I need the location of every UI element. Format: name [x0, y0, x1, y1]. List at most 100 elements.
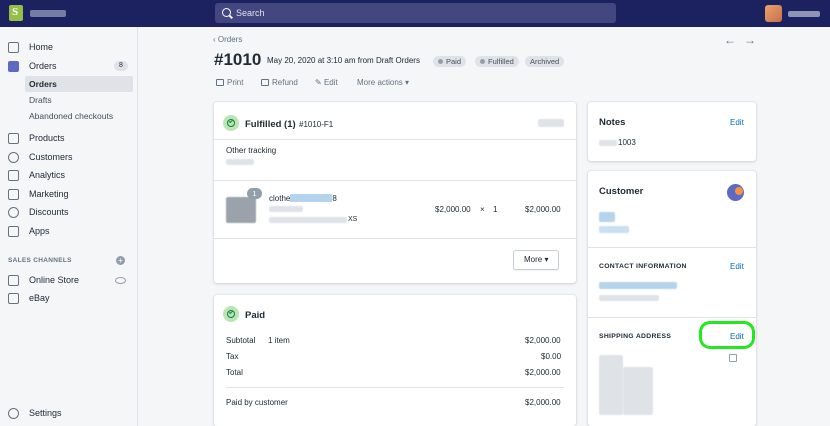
total-value: $2,000.00 [525, 368, 561, 377]
contact-edit-link[interactable]: Edit [730, 262, 744, 271]
home-icon [8, 41, 19, 53]
sidebar-item-label: Marketing [29, 189, 69, 199]
refund-button[interactable]: Refund [261, 78, 298, 87]
pencil-icon: ✎ [315, 78, 324, 87]
sidebar-item-label: Discounts [29, 207, 69, 217]
print-button[interactable]: Print [216, 78, 243, 87]
user-avatar[interactable] [765, 5, 782, 22]
edit-label: Edit [323, 78, 338, 87]
status-badge-label: Fulfilled [488, 57, 514, 66]
product-variant-redacted [269, 206, 303, 212]
breadcrumb[interactable]: ‹ Orders [213, 35, 242, 44]
sidebar-item-settings[interactable]: Settings [0, 405, 138, 421]
megaphone-icon [8, 188, 19, 200]
divider [226, 387, 564, 388]
divider [214, 180, 576, 181]
sidebar-item-label: Online Store [29, 275, 80, 285]
previous-arrow-icon[interactable]: ← [724, 33, 744, 47]
refund-label: Refund [272, 78, 298, 87]
more-actions-label: More actions [357, 78, 403, 87]
sidebar-item-orders[interactable]: Orders 8 [0, 58, 138, 74]
fulfillment-menu-redacted[interactable] [538, 119, 564, 127]
product-name-end: 8 [332, 194, 337, 203]
tracking-number-redacted[interactable] [226, 159, 254, 165]
search-placeholder: Search [236, 8, 265, 18]
bar-chart-icon [8, 169, 19, 181]
sidebar-item-products[interactable]: Products [0, 130, 138, 146]
status-badge-label: Archived [530, 57, 560, 66]
status-badge-paid: Paid [433, 56, 467, 67]
sidebar-item-marketing[interactable]: Marketing [0, 186, 138, 202]
fulfilled-check-icon [223, 115, 239, 131]
sidebar-item-customers[interactable]: Customers [0, 149, 138, 165]
sidebar-item-ebay[interactable]: eBay [0, 290, 138, 306]
sidebar-item-discounts[interactable]: Discounts [0, 204, 138, 220]
contact-info-heading: CONTACT INFORMATION [599, 263, 687, 270]
product-link[interactable]: clothe 8 [269, 194, 337, 203]
fulfilled-title: Fulfilled (1) [245, 119, 296, 130]
divider [588, 247, 756, 248]
status-badge-label: Paid [446, 57, 462, 66]
sidebar-item-apps[interactable]: Apps [0, 223, 138, 239]
total-label: Total [226, 368, 243, 377]
payment-title: Paid [245, 310, 266, 321]
orders-count-badge: 8 [114, 61, 128, 71]
refund-icon [261, 79, 269, 86]
payment-card: Paid Subtotal 1 item $2,000.00 Tax $0.00… [214, 295, 576, 426]
orders-icon [8, 60, 19, 72]
shopify-logo-icon[interactable] [9, 5, 23, 21]
top-bar: Search [0, 0, 830, 27]
edit-button[interactable]: ✎ Edit [315, 78, 338, 87]
sidebar-subitem-drafts[interactable]: Drafts [25, 92, 133, 108]
tracking-label: Other tracking [226, 146, 277, 155]
subtotal-value: $2,000.00 [525, 336, 561, 345]
copy-icon[interactable] [729, 354, 737, 362]
paid-by-label: Paid by customer [226, 398, 288, 407]
line-total: $2,000.00 [525, 205, 561, 214]
caret-down-icon: ▾ [542, 255, 549, 264]
sidebar-subitem-orders[interactable]: Orders [25, 76, 133, 92]
product-size: XS [348, 216, 358, 223]
notes-title: Notes [599, 117, 626, 128]
quantity: 1 [493, 205, 498, 214]
shipping-address-redacted [623, 367, 653, 415]
customer-orders-redacted[interactable] [599, 226, 629, 233]
contact-phone-redacted [599, 295, 659, 301]
printer-icon [216, 79, 224, 86]
user-name-redacted[interactable] [788, 11, 820, 17]
apps-grid-icon [8, 225, 19, 237]
order-pagination: ←→ [724, 33, 764, 47]
sidebar-item-label: Products [29, 133, 65, 143]
product-name-redacted [290, 194, 333, 202]
person-icon [8, 151, 19, 163]
tag-icon [8, 132, 19, 144]
bag-icon [8, 292, 19, 304]
eye-icon[interactable] [115, 277, 126, 284]
next-arrow-icon[interactable]: → [744, 33, 764, 47]
sidebar: Home Orders 8 Orders Drafts Abandoned ch… [0, 27, 138, 426]
contact-email-redacted[interactable] [599, 282, 677, 289]
sidebar-item-online-store[interactable]: Online Store [0, 272, 138, 288]
subtotal-label: Subtotal [226, 336, 256, 345]
sidebar-item-label: Home [29, 42, 54, 52]
dot-icon [480, 59, 485, 64]
search-input[interactable]: Search [215, 3, 616, 23]
notes-edit-link[interactable]: Edit [730, 118, 744, 127]
more-button[interactable]: More ▾ [513, 250, 560, 270]
more-actions-dropdown[interactable]: More actions ▾ [357, 78, 409, 87]
sidebar-item-label: Apps [29, 226, 50, 236]
print-label: Print [227, 78, 244, 87]
more-button-label: More [524, 255, 543, 264]
note-text: 1003 [618, 138, 636, 147]
store-name-redacted[interactable] [30, 10, 66, 17]
paid-by-value: $2,000.00 [525, 398, 561, 407]
add-channel-icon[interactable]: + [116, 256, 125, 265]
sidebar-item-analytics[interactable]: Analytics [0, 167, 138, 183]
paid-check-icon [223, 306, 239, 322]
customer-avatar [727, 184, 744, 201]
customer-name-redacted[interactable] [599, 212, 615, 222]
sidebar-item-home[interactable]: Home [0, 39, 138, 55]
product-name-start: clothe [269, 194, 291, 203]
subtotal-note: 1 item [268, 336, 290, 345]
sidebar-subitem-abandoned-checkouts[interactable]: Abandoned checkouts [25, 108, 133, 124]
